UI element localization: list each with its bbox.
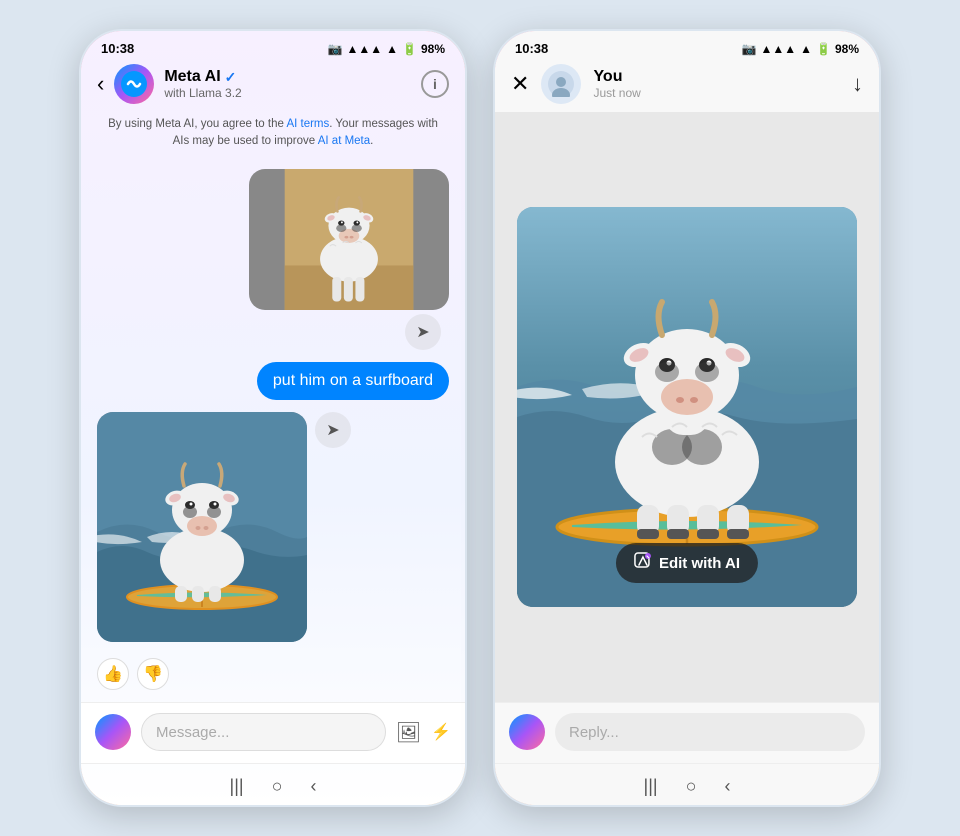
message-input-bar: Message... 🖼 ⚡ xyxy=(81,702,465,763)
user-message-bubble: put him on a surfboard xyxy=(257,362,449,400)
meta-ai-avatar xyxy=(114,64,154,104)
close-button[interactable]: ✕ xyxy=(511,71,529,97)
disclaimer-text: By using Meta AI, you agree to the AI te… xyxy=(81,112,465,161)
you-time: Just now xyxy=(593,86,840,100)
image-picker-button[interactable]: 🖼 xyxy=(396,720,421,745)
camera-status-icon: 📷 xyxy=(328,42,343,56)
right-input-bar: Reply... xyxy=(495,702,879,763)
status-bar-left: 10:38 📷 ▲▲▲ ▲ 🔋 98% xyxy=(81,31,465,60)
ai-send-icon: ➤ xyxy=(315,412,351,448)
signal-icon: ▲▲▲ xyxy=(346,42,382,56)
info-button[interactable]: i xyxy=(421,70,449,98)
wifi-icon: ▲ xyxy=(386,42,398,56)
time-left: 10:38 xyxy=(101,41,134,56)
time-right: 10:38 xyxy=(515,41,548,56)
right-input-avatar xyxy=(509,714,545,750)
battery-icon-right: 🔋 xyxy=(816,42,831,56)
voice-button[interactable]: ⚡ xyxy=(431,722,451,742)
meta-ai-title-area: Meta AI ✓ with Llama 3.2 xyxy=(164,68,411,100)
nav-bar-left: ‹ Meta AI ✓ xyxy=(81,60,465,112)
verified-badge: ✓ xyxy=(225,69,237,86)
goat-land-image-bubble[interactable] xyxy=(249,169,449,311)
ai-terms-link[interactable]: AI terms xyxy=(286,118,329,130)
download-button[interactable]: ↓ xyxy=(852,71,863,97)
message-placeholder: Message... xyxy=(156,724,229,741)
reply-placeholder: Reply... xyxy=(569,724,619,741)
thumbs-down-button[interactable]: 👎 xyxy=(137,658,169,690)
wifi-icon-right: ▲ xyxy=(800,42,812,56)
battery-level-right: 98% xyxy=(835,42,859,56)
battery-icon: 🔋 xyxy=(402,42,417,56)
home-nav-button[interactable]: ○ xyxy=(272,776,283,797)
status-bar-right: 10:38 📷 ▲▲▲ ▲ 🔋 98% xyxy=(495,31,879,60)
edit-with-ai-button[interactable]: Edit with AI xyxy=(616,543,758,583)
home-indicator-left: ||| ○ ‹ xyxy=(81,763,465,805)
back-nav-button[interactable]: ‹ xyxy=(310,776,316,797)
reply-input-field[interactable]: Reply... xyxy=(555,713,865,751)
battery-level-left: 98% xyxy=(421,42,445,56)
user-message-text: put him on a surfboard xyxy=(273,372,433,389)
large-surfboard-goat-image[interactable]: Edit with AI xyxy=(517,207,857,607)
meta-ai-subtitle: with Llama 3.2 xyxy=(164,86,411,100)
ai-surfboard-goat-image[interactable] xyxy=(97,412,307,642)
menu-nav-button[interactable]: ||| xyxy=(230,776,244,797)
meta-ai-name: Meta AI xyxy=(164,68,220,86)
you-avatar xyxy=(541,64,581,104)
camera-status-icon-right: 📷 xyxy=(742,42,757,56)
ai-at-meta-link[interactable]: AI at Meta xyxy=(318,135,370,147)
chat-area: ➤ put him on a surfboard xyxy=(81,161,465,703)
right-phone: 10:38 📷 ▲▲▲ ▲ 🔋 98% ✕ You Just now xyxy=(492,28,882,808)
signal-icon-right: ▲▲▲ xyxy=(760,42,796,56)
message-input-field[interactable]: Message... xyxy=(141,713,386,751)
you-title-area: You Just now xyxy=(593,68,840,100)
right-image-area: Edit with AI xyxy=(495,112,879,702)
nav-bar-right: ✕ You Just now ↓ xyxy=(495,60,879,112)
menu-nav-button-right[interactable]: ||| xyxy=(644,776,658,797)
back-nav-button-right[interactable]: ‹ xyxy=(724,776,730,797)
home-nav-button-right[interactable]: ○ xyxy=(686,776,697,797)
ai-response-row: ➤ xyxy=(97,412,449,642)
you-name: You xyxy=(593,68,840,86)
reaction-bar: 👍 👎 xyxy=(97,654,449,694)
back-button[interactable]: ‹ xyxy=(97,71,104,97)
home-indicator-right: ||| ○ ‹ xyxy=(495,763,879,805)
edit-with-ai-label: Edit with AI xyxy=(659,555,740,572)
left-phone: 10:38 📷 ▲▲▲ ▲ 🔋 98% ‹ xyxy=(78,28,468,808)
thumbs-up-button[interactable]: 👍 xyxy=(97,658,129,690)
edit-icon xyxy=(634,552,652,574)
send-icon: ➤ xyxy=(405,314,441,350)
input-avatar xyxy=(95,714,131,750)
